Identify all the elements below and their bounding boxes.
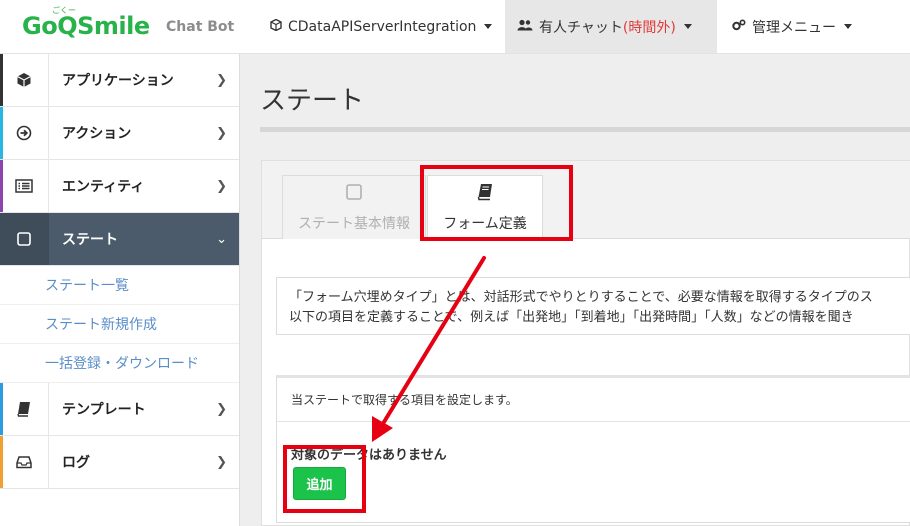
caret-down-icon [683, 24, 692, 29]
description-line: 「フォーム穴埋めタイプ」とは、対話形式でやりとりすることで、必要な情報を取得する… [289, 290, 873, 305]
square-icon [345, 183, 363, 205]
tab-label: フォーム定義 [443, 216, 527, 232]
square-icon [0, 213, 49, 265]
caret-down-icon [844, 24, 852, 29]
form-type-description: 「フォーム穴埋めタイプ」とは、対話形式でやりとりすることで、必要な情報を取得する… [276, 277, 910, 335]
tab-form-definition[interactable]: フォーム定義 [427, 175, 543, 240]
top-navbar: ごくー GoQSmile Chat Bot CDataAPIServerInte… [0, 0, 910, 54]
description-line: 以下の項目を定義することで、例えば「出発地」「到着地」「出発時間」「人数」などの… [289, 310, 854, 325]
page-title: ステート [260, 86, 365, 116]
sidebar-item-label: エンティティ [62, 179, 145, 195]
tab-state-basic-info[interactable]: ステート基本情報 [282, 175, 426, 239]
nav-live-chat[interactable]: 有人チャット (時間外) [505, 0, 717, 53]
nav-live-chat-label: 有人チャット [539, 19, 623, 36]
book-icon [477, 183, 493, 205]
sidebar-item-applications[interactable]: アプリケーション ❯ [0, 54, 239, 107]
sidebar: アプリケーション ❯ アクション ❯ エンティティ ❯ ステート ⌄ ステート一… [0, 54, 240, 526]
nav-live-chat-status: (時間外) [622, 19, 676, 36]
sidebar-item-label: ログ [62, 455, 90, 471]
sidebar-item-logs[interactable]: ログ ❯ [0, 436, 239, 489]
sidebar-subitem-bulk[interactable]: 一括登録・ダウンロード [0, 344, 239, 383]
sidebar-subitem-state-list[interactable]: ステート一覧 [0, 266, 239, 305]
tab-strip: ステート基本情報 フォーム定義 [262, 161, 910, 240]
card-header: 当ステートで取得する項目を設定します。 [277, 378, 910, 422]
goqsmile-logo[interactable]: ごくー GoQSmile [22, 6, 157, 48]
users-icon [517, 19, 533, 34]
nav-app-label: CDataAPIServerIntegration [288, 18, 477, 35]
chevron-right-icon: ❯ [216, 178, 227, 194]
sidebar-item-label: アプリケーション [62, 73, 174, 89]
sidebar-item-actions[interactable]: アクション ❯ [0, 107, 239, 160]
sidebar-item-label: アクション [62, 126, 132, 142]
chevron-down-icon: ⌄ [216, 231, 227, 247]
tab-label: ステート基本情報 [298, 215, 410, 232]
nav-admin-label: 管理メニュー [752, 19, 836, 36]
sidebar-item-templates[interactable]: テンプレート ❯ [0, 383, 239, 436]
caret-down-icon [484, 24, 493, 29]
gears-icon [732, 19, 746, 34]
chevron-right-icon: ❯ [216, 454, 227, 470]
sidebar-item-label: ステート [62, 232, 118, 248]
no-data-message: 対象のデータはありません [291, 448, 447, 463]
sidebar-subitem-state-new[interactable]: ステート新規作成 [0, 305, 239, 344]
chevron-right-icon: ❯ [216, 72, 227, 88]
chevron-right-icon: ❯ [216, 125, 227, 141]
inbox-icon [0, 436, 49, 488]
product-label: Chat Bot [166, 19, 235, 35]
add-button[interactable]: 追加 [293, 467, 346, 500]
book-icon [0, 383, 49, 435]
cube-icon [270, 18, 282, 34]
nav-app-selector[interactable]: CDataAPIServerIntegration [258, 0, 504, 53]
main-content: ステート ステート基本情報 フォーム定義 「フォーム穴埋めタイプ」とは、対話形式… [241, 54, 910, 526]
nav-admin-menu[interactable]: 管理メニュー [720, 0, 864, 53]
logo-text: GoQSmile [22, 12, 150, 40]
state-panel: ステート基本情報 フォーム定義 「フォーム穴埋めタイプ」とは、対話形式でやりとり… [261, 160, 910, 526]
cube-icon [0, 54, 49, 106]
sidebar-item-entities[interactable]: エンティティ ❯ [0, 160, 239, 213]
form-items-card: 当ステートで取得する項目を設定します。 対象のデータはありません 追加 [276, 375, 910, 523]
chevron-right-icon: ❯ [216, 401, 227, 417]
arrow-circle-icon [0, 107, 49, 159]
sidebar-item-label: テンプレート [62, 402, 146, 418]
list-icon [0, 160, 49, 212]
title-divider [260, 127, 910, 132]
sidebar-item-states[interactable]: ステート ⌄ [0, 213, 239, 266]
